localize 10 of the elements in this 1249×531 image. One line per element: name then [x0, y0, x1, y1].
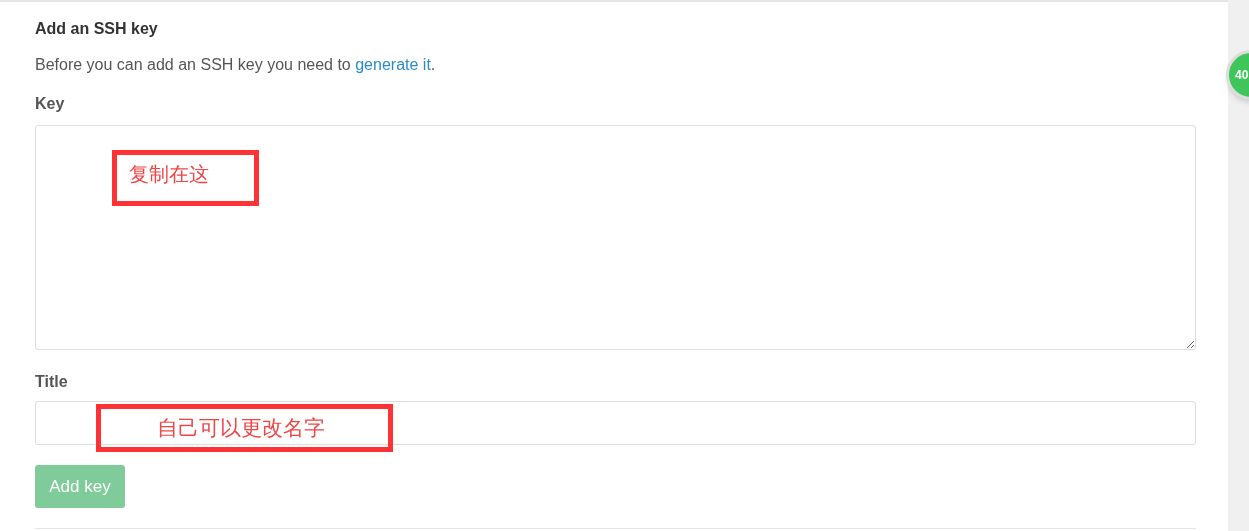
annotation-note: 复制在这: [112, 150, 259, 206]
intro-text: Before you can add an SSH key you need to generate it.: [35, 55, 437, 75]
key-field[interactable]: [35, 125, 1196, 350]
field-label: Title: [35, 372, 69, 392]
field-label: Key: [35, 94, 66, 114]
floating-badge[interactable]: 40: [1226, 50, 1249, 100]
generate-link[interactable]: generate it: [355, 56, 431, 73]
title-field[interactable]: [35, 401, 1196, 445]
annotation-note: 自己可以更改名字: [96, 404, 393, 452]
section-heading: Add an SSH key: [35, 19, 159, 39]
